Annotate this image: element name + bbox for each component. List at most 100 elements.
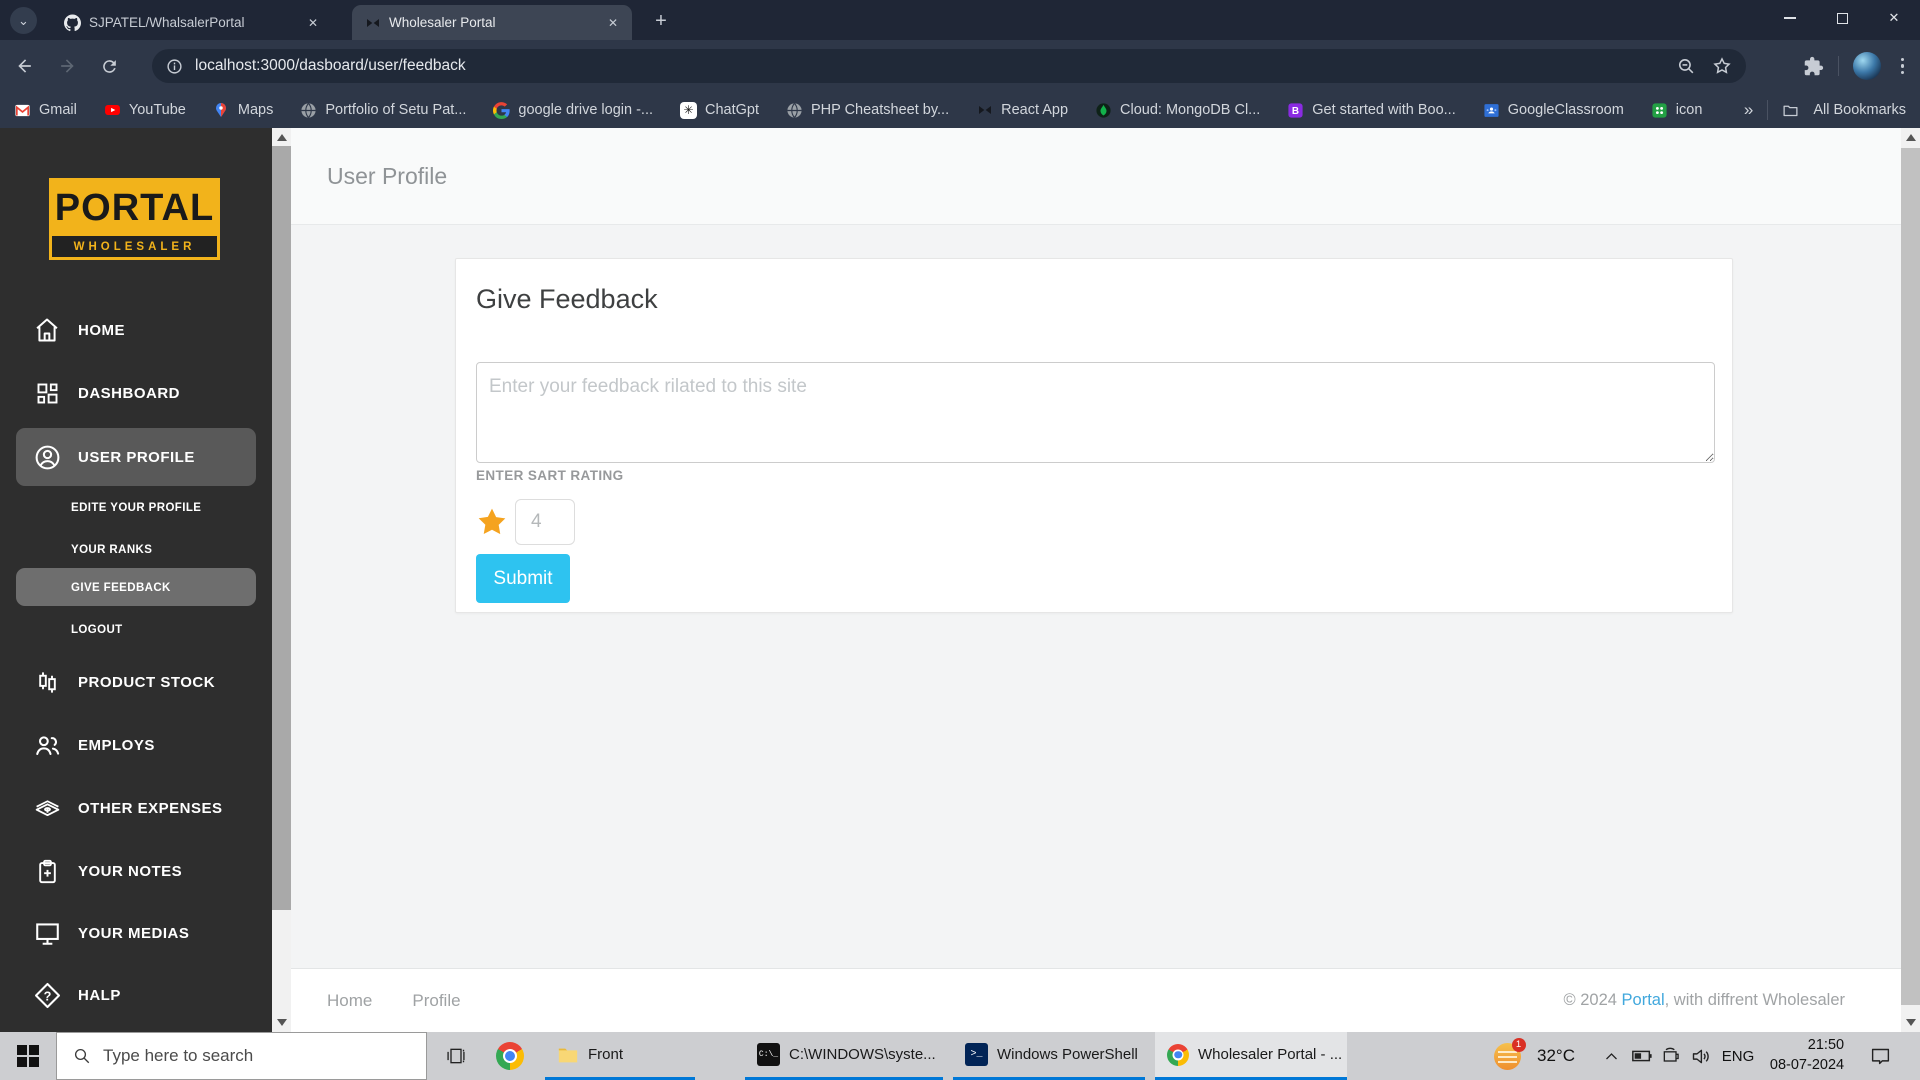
- sidebar-item-user-profile[interactable]: USER PROFILE: [16, 435, 256, 479]
- tab-search-button[interactable]: ⌄: [10, 7, 37, 34]
- sidebar-item-your-medias[interactable]: YOUR MEDIAS: [16, 911, 256, 955]
- temperature-label[interactable]: 32°C: [1530, 1032, 1582, 1080]
- action-center-button[interactable]: [1858, 1032, 1902, 1080]
- sidebar-subitem-logout[interactable]: LOGOUT: [16, 617, 256, 643]
- bookmark-label: PHP Cheatsheet by...: [811, 102, 950, 118]
- sidebar-subitem-your-ranks[interactable]: YOUR RANKS: [16, 537, 256, 563]
- bookmark-icon-site[interactable]: icon: [1651, 102, 1702, 119]
- weather-tray-button[interactable]: 1: [1487, 1032, 1527, 1080]
- rating-input[interactable]: [515, 499, 575, 545]
- bookmark-portfolio[interactable]: Portfolio of Setu Pat...: [300, 102, 466, 119]
- bookmarks-overflow-button[interactable]: »: [1744, 100, 1753, 120]
- scroll-down-arrow[interactable]: [1905, 1019, 1916, 1026]
- home-icon: [32, 315, 62, 345]
- footer-link-profile[interactable]: Profile: [412, 991, 460, 1011]
- language-indicator[interactable]: ENG: [1716, 1032, 1760, 1080]
- rating-label: ENTER SART RATING: [476, 468, 624, 483]
- task-label: Wholesaler Portal - ...: [1198, 1046, 1343, 1063]
- sidebar-item-home[interactable]: HOME: [16, 308, 256, 352]
- reload-button[interactable]: [92, 49, 126, 83]
- bookmark-bootstrap[interactable]: B Get started with Boo...: [1287, 102, 1456, 119]
- url-text[interactable]: localhost:3000/dasboard/user/feedback: [195, 57, 1677, 75]
- extensions-icon[interactable]: [1803, 56, 1824, 77]
- new-tab-button[interactable]: +: [648, 8, 674, 34]
- sidebar-item-dashboard[interactable]: DASHBOARD: [16, 371, 256, 415]
- cast-icon: [1663, 1047, 1679, 1062]
- bookmark-label: google drive login -...: [518, 102, 653, 118]
- bookmark-youtube[interactable]: YouTube: [104, 102, 186, 119]
- folder-icon: [558, 1048, 578, 1062]
- toolbar-separator: [1837, 56, 1839, 76]
- minimize-button[interactable]: [1764, 0, 1816, 36]
- sidebar-subitem-give-feedback[interactable]: GIVE FEEDBACK: [16, 575, 256, 601]
- feedback-textarea[interactable]: [476, 362, 1715, 463]
- close-window-button[interactable]: ✕: [1868, 0, 1920, 36]
- tab-wholesaler-portal[interactable]: Wholesaler Portal ✕: [352, 5, 632, 40]
- tab-close-button[interactable]: ✕: [304, 14, 322, 32]
- bookmark-label: ChatGpt: [705, 102, 759, 118]
- scroll-down-arrow[interactable]: [276, 1019, 287, 1026]
- task-cmd[interactable]: C:\_ C:\WINDOWS\syste...: [745, 1032, 943, 1080]
- scroll-up-arrow[interactable]: [1905, 134, 1916, 141]
- scrollbar-thumb[interactable]: [272, 146, 291, 910]
- star-icon: [478, 508, 506, 535]
- brand-link[interactable]: Portal: [1622, 991, 1665, 1009]
- tab-github[interactable]: SJPATEL/WhalsalerPortal ✕: [52, 5, 332, 40]
- bookmark-react-app[interactable]: React App: [976, 102, 1068, 119]
- bookmark-star-icon[interactable]: [1712, 56, 1732, 76]
- task-view-button[interactable]: [434, 1032, 478, 1080]
- minimize-icon: [1784, 17, 1796, 19]
- bookmark-chatgpt[interactable]: ✳ ChatGpt: [680, 101, 759, 119]
- google-g-icon: [493, 101, 511, 119]
- cast-tray-icon[interactable]: [1656, 1032, 1686, 1080]
- portal-logo[interactable]: PORTAL WHOLESALER: [49, 178, 220, 260]
- bookmark-google-drive[interactable]: google drive login -...: [493, 101, 653, 119]
- bookmark-gmail[interactable]: Gmail: [14, 102, 77, 119]
- battery-tray-icon[interactable]: [1626, 1032, 1658, 1080]
- back-button[interactable]: [8, 49, 42, 83]
- bookmark-php-cheatsheet[interactable]: PHP Cheatsheet by...: [786, 102, 949, 119]
- task-powershell[interactable]: >_ Windows PowerShell: [953, 1032, 1145, 1080]
- scrollbar-thumb[interactable]: [1901, 148, 1920, 1005]
- sidebar-item-other-expenses[interactable]: OTHER EXPENSES: [16, 786, 256, 830]
- scroll-up-arrow[interactable]: [276, 134, 287, 141]
- site-info-icon[interactable]: [166, 58, 183, 75]
- sidebar-item-label: DASHBOARD: [78, 384, 180, 402]
- sidebar-item-your-notes[interactable]: YOUR NOTES: [16, 849, 256, 893]
- task-wholesaler-portal[interactable]: Wholesaler Portal - ...: [1155, 1032, 1347, 1080]
- sidebar-item-label: HOME: [78, 321, 125, 339]
- sidebar-subitem-edit-profile[interactable]: EDITE YOUR PROFILE: [16, 495, 256, 521]
- task-front[interactable]: Front: [545, 1032, 695, 1080]
- footer-link-home[interactable]: Home: [327, 991, 372, 1011]
- time-label: 21:50: [1807, 1037, 1845, 1054]
- bookmark-maps[interactable]: Maps: [213, 102, 273, 119]
- address-bar[interactable]: localhost:3000/dasboard/user/feedback: [152, 49, 1746, 83]
- bookmark-google-classroom[interactable]: GoogleClassroom: [1483, 102, 1624, 119]
- gmail-icon: [14, 102, 31, 119]
- tab-close-button[interactable]: ✕: [604, 14, 622, 32]
- bookmark-mongodb[interactable]: Cloud: MongoDB Cl...: [1095, 102, 1260, 119]
- start-button[interactable]: [0, 1032, 56, 1080]
- submit-button[interactable]: Submit: [476, 554, 570, 603]
- window-scrollbar[interactable]: [1901, 128, 1920, 1032]
- browser-menu-button[interactable]: [1895, 57, 1911, 75]
- sidebar-scrollbar[interactable]: [272, 128, 291, 1032]
- zoom-out-icon[interactable]: [1677, 57, 1696, 76]
- sidebar-item-employs[interactable]: EMPLOYS: [16, 723, 256, 767]
- maximize-button[interactable]: [1816, 0, 1868, 36]
- taskbar-search[interactable]: [56, 1032, 427, 1080]
- sidebar-item-halp[interactable]: ? HALP: [16, 973, 256, 1017]
- taskbar-chrome-button[interactable]: [486, 1032, 534, 1080]
- clock[interactable]: 21:50 08-07-2024: [1760, 1032, 1854, 1080]
- all-bookmarks-button[interactable]: All Bookmarks: [1813, 102, 1906, 118]
- show-hidden-icons-button[interactable]: [1596, 1032, 1626, 1080]
- volume-tray-icon[interactable]: [1684, 1032, 1716, 1080]
- sidebar-item-product-stock[interactable]: PRODUCT STOCK: [16, 660, 256, 704]
- search-input[interactable]: [103, 1046, 403, 1066]
- card-title: Give Feedback: [476, 284, 658, 314]
- dashboard-icon: [32, 378, 62, 408]
- user-circle-icon: [32, 442, 62, 472]
- logo-title: PORTAL: [54, 187, 215, 229]
- forward-button[interactable]: [50, 49, 84, 83]
- profile-avatar[interactable]: [1852, 52, 1881, 80]
